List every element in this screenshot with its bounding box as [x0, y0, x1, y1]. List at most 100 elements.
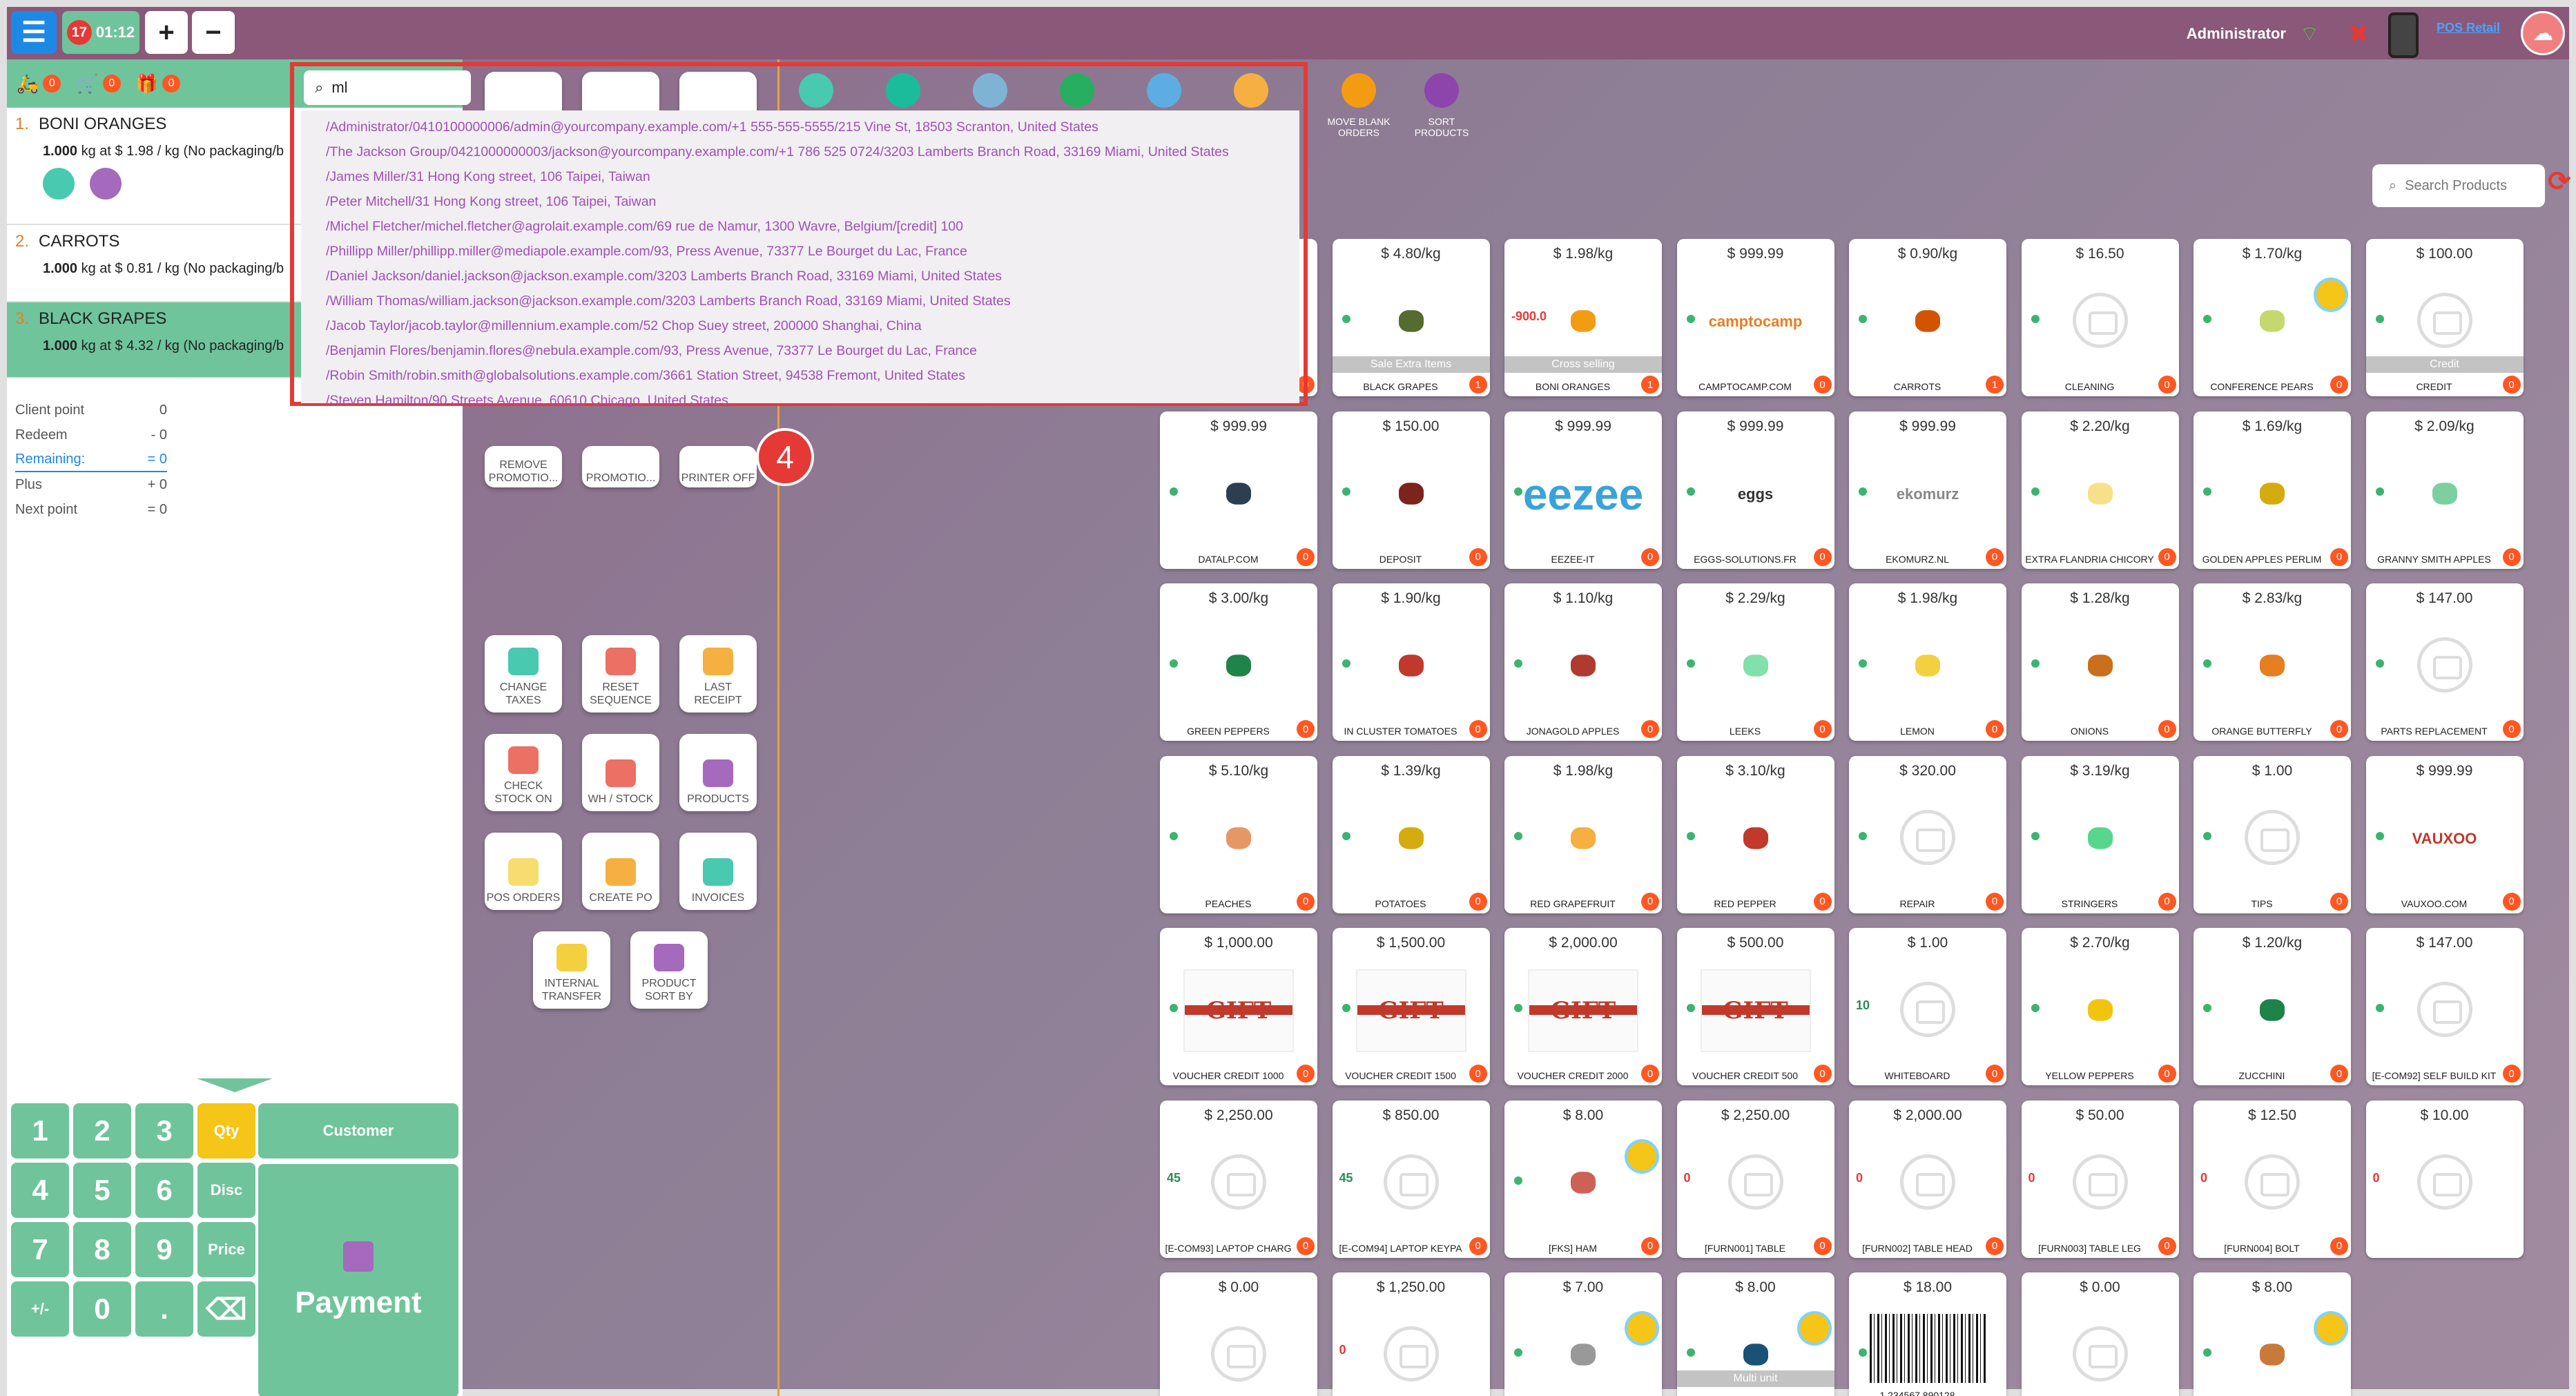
product-card[interactable]: $ 1,000.00 GIFT VOUCHER CREDIT 1000 0	[1160, 928, 1317, 1085]
customer-button[interactable]: Customer	[258, 1103, 458, 1159]
numpad-key[interactable]: 3	[135, 1103, 193, 1159]
numpad-key[interactable]: 9	[135, 1222, 193, 1277]
category-item[interactable]: SORT PRODUCTS	[1407, 73, 1476, 138]
autocomplete-item[interactable]: /James Miller/31 Hong Kong street, 106 T…	[326, 164, 1299, 189]
avatar[interactable]: ☁	[2521, 11, 2565, 55]
product-card[interactable]: $ 0.90/kg CARROTS 1	[1849, 239, 2006, 396]
product-card[interactable]: $ 8.00	[2194, 1272, 2351, 1396]
product-card[interactable]: $ 1.90/kg IN CLUSTER TOMATOES 0	[1332, 583, 1490, 741]
autocomplete-item[interactable]: /Robin Smith/robin.smith@globalsolutions…	[326, 363, 1299, 388]
product-card[interactable]: $ 1.98/kg LEMON 0	[1849, 583, 2006, 741]
product-card[interactable]: $ 2.83/kg ORANGE BUTTERFLY 0	[2194, 583, 2351, 741]
product-card[interactable]: $ 50.00 0 [FURN003] TABLE LEG 0	[2021, 1100, 2179, 1258]
control-button[interactable]: CHECK STOCK ON	[485, 734, 562, 811]
customer-search-input[interactable]: ⌕ ml	[304, 70, 471, 105]
product-card[interactable]: $ 2,250.00 0 [FURN001] TABLE 0	[1676, 1100, 1834, 1258]
pos-retail-link[interactable]: POS Retail	[2437, 21, 2500, 35]
delivery-icon[interactable]: 🛵 0	[17, 73, 61, 95]
product-card[interactable]: $ 1.39/kg POTATOES 0	[1332, 755, 1490, 913]
autocomplete-item[interactable]: /Benjamin Flores/benjamin.flores@nebula.…	[326, 338, 1299, 363]
new-order-button[interactable]: +	[145, 11, 188, 54]
refresh-icon[interactable]: ⟳	[2548, 166, 2575, 197]
product-card[interactable]: $ 18.00 1 234567 890128	[1849, 1272, 2006, 1396]
product-card[interactable]: $ 1.28/kg ONIONS 0	[2021, 583, 2179, 741]
product-card[interactable]: $ 4.80/kg Sale Extra Items BLACK GRAPES 1	[1332, 239, 1490, 396]
control-button[interactable]: PROMOTIO...	[582, 446, 659, 487]
product-search[interactable]: ⌕ Search Products	[2372, 164, 2545, 207]
control-button[interactable]: RESET SEQUENCE	[582, 635, 659, 712]
control-button[interactable]: PRODUCT SORT BY	[630, 931, 708, 1009]
product-card[interactable]: $ 1.98/kg RED GRAPEFRUIT 0	[1504, 755, 1662, 913]
autocomplete-item[interactable]: /Jacob Taylor/jacob.taylor@millennium.ex…	[326, 313, 1299, 338]
product-card[interactable]: $ 1.70/kg CONFERENCE PEARS 0	[2194, 239, 2351, 396]
control-button[interactable]: INVOICES	[679, 833, 757, 910]
product-card[interactable]: $ 1.98/kg -900.0 Cross selling BONI ORANGES…	[1504, 239, 1662, 396]
product-card[interactable]: $ 999.99 ekomurz EKOMURZ.NL 0	[1849, 411, 2006, 569]
product-card[interactable]: $ 147.00 PARTS REPLACEMENT 0	[2365, 583, 2524, 741]
product-card[interactable]: $ 1,250.00 0	[1332, 1272, 1490, 1396]
product-card[interactable]: $ 7.00	[1504, 1272, 1662, 1396]
control-button[interactable]: CHANGE TAXES	[485, 635, 562, 712]
autocomplete-item[interactable]: /The Jackson Group/0421000000003/jackson…	[326, 139, 1299, 164]
numpad-key[interactable]: 8	[73, 1222, 131, 1277]
product-card[interactable]: $ 3.10/kg RED PEPPER 0	[1676, 755, 1834, 913]
product-card[interactable]: $ 100.00 Credit CREDIT 0	[2365, 239, 2524, 396]
numpad-key[interactable]: +/-	[11, 1281, 69, 1337]
control-button[interactable]: LAST RECEIPT	[679, 635, 757, 712]
numpad-key[interactable]: 5	[73, 1163, 131, 1218]
product-card[interactable]: $ 3.19/kg STRINGERS 0	[2021, 755, 2179, 913]
tablet-icon[interactable]	[2388, 12, 2419, 58]
product-card[interactable]: $ 3.00/kg GREEN PEPPERS 0	[1160, 583, 1317, 741]
product-card[interactable]: $ 999.99 VAUXOO VAUXOO.COM 0	[2365, 755, 2524, 913]
autocomplete-item[interactable]: /Daniel Jackson/daniel.jackson@jackson.e…	[326, 264, 1299, 289]
product-card[interactable]: $ 1.00 TIPS 0	[2194, 755, 2351, 913]
product-card[interactable]: $ 1.00 10 WHITEBOARD 0	[1849, 928, 2006, 1085]
autocomplete-item[interactable]: /Administrator/0410100000006/admin@yourc…	[326, 115, 1299, 139]
numpad-key[interactable]: .	[135, 1281, 193, 1337]
control-button[interactable]: POS ORDERS	[485, 833, 562, 910]
autocomplete-item[interactable]: /William Thomas/william.jackson@jackson.…	[326, 289, 1299, 313]
control-button[interactable]: CREATE PO	[582, 833, 659, 910]
product-card[interactable]: $ 999.99 DATALP.COM 0	[1160, 411, 1317, 569]
numpad-key[interactable]: Qty	[197, 1103, 255, 1159]
product-card[interactable]: $ 16.50 CLEANING 0	[2021, 239, 2179, 396]
numpad-key[interactable]: 6	[135, 1163, 193, 1218]
user-name[interactable]: Administrator	[2187, 25, 2286, 43]
autocomplete-item[interactable]: /Peter Mitchell/31 Hong Kong street, 106…	[326, 189, 1299, 214]
product-card[interactable]: $ 2,000.00 GIFT VOUCHER CREDIT 2000 0	[1504, 928, 1662, 1085]
autocomplete-item[interactable]: /Phillipp Miller/phillipp.miller@mediapo…	[326, 239, 1299, 264]
product-card[interactable]: $ 8.00 Multi unit	[1676, 1272, 1834, 1396]
product-card[interactable]: $ 8.00 [FKS] HAM 0	[1504, 1100, 1662, 1258]
product-card[interactable]: $ 2.29/kg LEEKS 0	[1676, 583, 1834, 741]
product-card[interactable]: $ 147.00 [E-COM92] SELF BUILD KIT 0	[2365, 928, 2524, 1085]
product-card[interactable]: $ 999.99 eggs EGGS-SOLUTIONS.FR 0	[1676, 411, 1834, 569]
control-button[interactable]: REMOVE PROMOTIO...	[485, 446, 562, 487]
autocomplete-item[interactable]: /Steven Hamilton/90 Streets Avenue, 6061…	[326, 388, 1299, 413]
product-card[interactable]: $ 1.20/kg ZUCCHINI 0	[2194, 928, 2351, 1085]
control-button[interactable]: INTERNAL TRANSFER	[533, 931, 610, 1009]
menu-icon[interactable]: ☰	[11, 11, 57, 54]
numpad-key[interactable]: 7	[11, 1222, 69, 1277]
product-card[interactable]: $ 5.10/kg PEACHES 0	[1160, 755, 1317, 913]
line-action-icon[interactable]	[43, 168, 75, 200]
product-card[interactable]: $ 320.00 REPAIR 0	[1849, 755, 2006, 913]
gift-icon[interactable]: 🎁 0	[136, 73, 181, 95]
product-card[interactable]: $ 2.09/kg GRANNY SMITH APPLES 0	[2365, 411, 2524, 569]
numpad-key[interactable]: 1	[11, 1103, 69, 1159]
product-card[interactable]: $ 850.00 45 [E-COM94] LAPTOP KEYPA 0	[1332, 1100, 1490, 1258]
cart-icon[interactable]: 🛒 0	[76, 73, 121, 95]
order-timer-button[interactable]: 17 01:12	[62, 11, 139, 54]
control-button[interactable]: WH / STOCK	[582, 734, 659, 811]
numpad-key[interactable]: Price	[197, 1222, 255, 1277]
autocomplete-item[interactable]: /Michel Fletcher/michel.fletcher@agrolai…	[326, 214, 1299, 239]
product-card[interactable]: $ 0.00	[1160, 1272, 1317, 1396]
numpad-key[interactable]: 0	[73, 1281, 131, 1337]
product-card[interactable]: $ 999.99 eezee EEZEE-IT 0	[1504, 411, 1662, 569]
product-card[interactable]: $ 999.99 camptocamp CAMPTOCAMP.COM 0	[1676, 239, 1834, 396]
payment-button[interactable]: Payment	[258, 1164, 458, 1396]
product-card[interactable]: $ 150.00 DEPOSIT 0	[1332, 411, 1490, 569]
product-card[interactable]: $ 12.50 0 [FURN004] BOLT 0	[2194, 1100, 2351, 1258]
numpad-key[interactable]: 4	[11, 1163, 69, 1218]
control-button[interactable]: PRODUCTS	[679, 734, 757, 811]
remove-order-button[interactable]: −	[192, 11, 235, 54]
